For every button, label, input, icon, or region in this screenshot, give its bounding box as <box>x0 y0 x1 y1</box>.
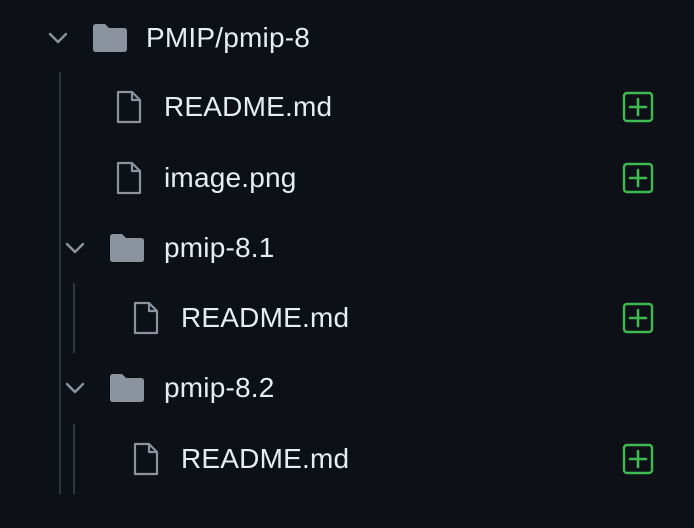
tree-file-readme[interactable]: README.md <box>0 290 694 346</box>
file-tree: PMIP/pmip-8 README.md image.png pmip-8.1 <box>0 0 694 528</box>
tree-file-readme[interactable]: README.md <box>0 79 694 135</box>
diff-added-icon[interactable] <box>622 162 654 194</box>
tree-item-label: pmip-8.2 <box>164 372 275 403</box>
tree-file-readme[interactable]: README.md <box>0 431 694 487</box>
tree-folder-root[interactable]: PMIP/pmip-8 <box>0 10 694 66</box>
diff-added-icon[interactable] <box>622 443 654 475</box>
tree-folder-pmip-8-1[interactable]: pmip-8.1 <box>0 220 694 276</box>
tree-folder-pmip-8-2[interactable]: pmip-8.2 <box>0 360 694 416</box>
tree-item-label: pmip-8.1 <box>164 232 275 263</box>
diff-added-icon[interactable] <box>622 91 654 123</box>
chevron-down-icon[interactable] <box>62 235 88 261</box>
tree-item-label: image.png <box>164 162 297 193</box>
tree-item-label: README.md <box>181 443 350 474</box>
tree-item-label: README.md <box>181 302 350 333</box>
folder-icon <box>108 371 146 405</box>
folder-icon <box>108 231 146 265</box>
chevron-down-icon[interactable] <box>62 375 88 401</box>
file-icon <box>114 89 144 125</box>
file-icon <box>131 300 161 336</box>
file-icon <box>114 160 144 196</box>
file-icon <box>131 441 161 477</box>
chevron-down-icon[interactable] <box>45 25 71 51</box>
tree-item-label: README.md <box>164 91 333 122</box>
tree-file-image[interactable]: image.png <box>0 150 694 206</box>
tree-item-label: PMIP/pmip-8 <box>146 22 311 53</box>
diff-added-icon[interactable] <box>622 302 654 334</box>
folder-icon <box>91 21 129 55</box>
